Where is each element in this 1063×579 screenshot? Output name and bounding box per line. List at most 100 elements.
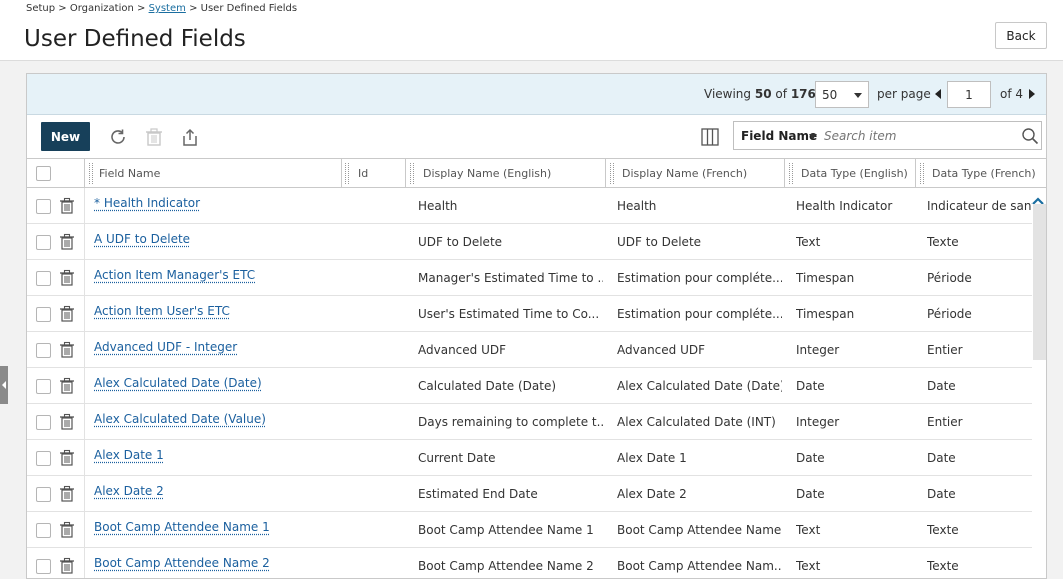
id-cell [358,368,403,404]
export-icon[interactable] [179,126,201,148]
breadcrumb-system[interactable]: System [149,3,186,14]
trash-icon[interactable] [59,485,75,506]
chevron-left-icon [2,381,6,389]
trash-icon[interactable] [59,233,75,254]
table-row[interactable]: Boot Camp Attendee Name 2 Boot Camp Atten… [27,548,1032,578]
column-drag-handle[interactable] [789,163,793,184]
table-row[interactable]: Alex Date 1 Current Date Alex Date 1 Date Da… [27,440,1032,476]
row-checkbox[interactable] [36,271,51,286]
back-button[interactable]: Back [995,22,1047,49]
trash-icon[interactable] [59,557,75,578]
column-drag-handle[interactable] [345,163,349,184]
column-drag-handle[interactable] [410,163,414,184]
field-name-link[interactable]: Alex Date 2 [94,476,339,512]
select-all-checkbox[interactable] [36,166,51,181]
trash-icon[interactable] [59,449,75,470]
id-cell [358,296,403,332]
data-type-english-cell: Date [796,379,825,393]
row-checkbox[interactable] [36,523,51,538]
table-row[interactable]: A UDF to Delete UDF to Delete UDF to Delet… [27,224,1032,260]
next-page-icon[interactable] [1029,89,1035,99]
new-button[interactable]: New [41,122,90,151]
field-name-link[interactable]: Alex Calculated Date (Value) [94,404,339,440]
table-header: Field Name Id Display Name (English) Dis… [27,159,1046,188]
row-divider [84,188,85,224]
field-name-link[interactable]: A UDF to Delete [94,224,339,260]
field-name-link[interactable]: Action Item User's ETC [94,296,339,332]
per-page-label: per page [877,87,931,101]
table-row[interactable]: Advanced UDF - Integer Advanced UDF Advanc… [27,332,1032,368]
data-type-english-cell: Date [796,451,825,465]
table-row[interactable]: Alex Calculated Date (Value) Days remaini… [27,404,1032,440]
table-row[interactable]: Boot Camp Attendee Name 1 Boot Camp Atten… [27,512,1032,548]
field-name-link[interactable]: Alex Calculated Date (Date) [94,368,339,404]
column-header-display-name-english[interactable]: Display Name (English) [423,159,603,188]
row-divider [84,404,85,440]
table-row[interactable]: * Health Indicator Health Health Health Ind… [27,188,1032,224]
trash-icon[interactable] [59,341,75,362]
row-divider [84,224,85,260]
search-box: Field Name [733,121,1042,150]
trash-icon[interactable] [59,413,75,434]
breadcrumb-setup[interactable]: Setup [26,3,55,14]
data-type-english-cell: Timespan [796,307,855,321]
sidebar-collapse-handle[interactable] [0,366,8,404]
row-checkbox[interactable] [36,379,51,394]
search-field-selector[interactable]: Field Name [741,129,817,143]
row-checkbox[interactable] [36,559,51,574]
trash-icon[interactable] [59,197,75,218]
field-name-link[interactable]: Boot Camp Attendee Name 2 [94,548,339,578]
column-drag-handle[interactable] [610,163,614,184]
data-type-english-cell: Integer [796,415,840,429]
column-header-data-type-english[interactable]: Data Type (English) [801,159,916,188]
per-page-select[interactable]: 50 [815,81,869,108]
field-name-link[interactable]: Action Item Manager's ETC [94,260,339,296]
column-drag-handle[interactable] [89,163,93,184]
trash-icon[interactable] [59,269,75,290]
trash-icon[interactable] [59,377,75,398]
field-name-link[interactable]: * Health Indicator [94,188,339,224]
page-number-input[interactable]: 1 [947,81,991,108]
columns-icon[interactable] [701,128,719,150]
display-name-french-cell: Boot Camp Attendee Nam... [617,559,782,573]
data-type-french-cell: Date [927,451,956,465]
row-checkbox[interactable] [36,343,51,358]
table-row[interactable]: Action Item User's ETC User's Estimated T… [27,296,1032,332]
table-row[interactable]: Alex Date 2 Estimated End Date Alex Date 2… [27,476,1032,512]
chevron-down-icon[interactable] [809,134,817,139]
row-checkbox[interactable] [36,451,51,466]
prev-page-icon[interactable] [935,89,941,99]
refresh-icon[interactable] [107,126,129,148]
row-checkbox[interactable] [36,199,51,214]
display-name-english-cell: Boot Camp Attendee Name 2 [418,559,594,573]
column-header-field-name[interactable]: Field Name [99,159,339,188]
row-checkbox[interactable] [36,487,51,502]
field-name-link[interactable]: Alex Date 1 [94,440,339,476]
column-header-data-type-french[interactable]: Data Type (French) [932,159,1046,188]
search-input[interactable] [824,127,1014,144]
field-name-link[interactable]: Boot Camp Attendee Name 1 [94,512,339,548]
column-header-display-name-french[interactable]: Display Name (French) [622,159,782,188]
row-checkbox[interactable] [36,307,51,322]
table-row[interactable]: Alex Calculated Date (Date) Calculated Da… [27,368,1032,404]
trash-icon[interactable] [59,521,75,542]
breadcrumb-current: User Defined Fields [200,3,298,14]
table-row[interactable]: Action Item Manager's ETC Manager's Estim… [27,260,1032,296]
scrollbar-thumb[interactable] [1033,204,1046,360]
row-checkbox[interactable] [36,235,51,250]
chevron-down-icon [854,93,862,98]
row-checkbox[interactable] [36,415,51,430]
viewing-total: 176 [790,87,816,101]
id-cell [358,188,403,224]
breadcrumb-organization[interactable]: Organization [70,3,134,14]
trash-icon[interactable] [59,305,75,326]
id-cell [358,332,403,368]
field-name-link[interactable]: Advanced UDF - Integer [94,332,339,368]
column-drag-handle[interactable] [920,163,924,184]
display-name-english-cell: Estimated End Date [418,487,538,501]
search-icon[interactable] [1021,127,1039,149]
pager-bar: Viewing 50 of 176 50 per page 1 of 4 [27,74,1046,115]
id-cell [358,404,403,440]
column-header-id[interactable]: Id [358,159,398,188]
delete-icon [143,126,165,148]
